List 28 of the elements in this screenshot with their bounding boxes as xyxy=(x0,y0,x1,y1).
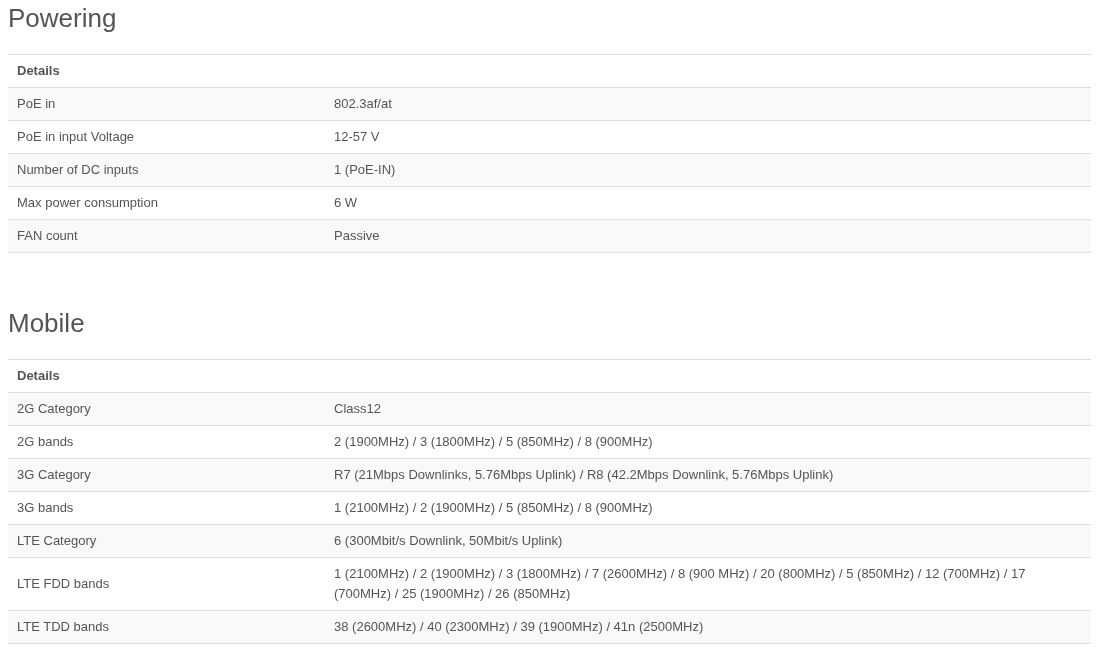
spec-label: 2G bands xyxy=(8,425,334,459)
spec-value: 12-57 V xyxy=(334,120,1091,154)
spec-value: 1 (2100MHz) / 2 (1900MHz) / 5 (850MHz) / 8 (900MHz) xyxy=(334,491,1091,525)
spec-label: 3G Category xyxy=(8,458,334,492)
spec-label: LTE FDD bands xyxy=(8,557,334,611)
spec-label: LTE Category xyxy=(8,524,334,558)
spec-label: LTE TDD bands xyxy=(8,610,334,644)
spec-label: PoE in input Voltage xyxy=(8,120,334,154)
spec-value: 2 (1900MHz) / 3 (1800MHz) / 5 (850MHz) / 8 (900MHz) xyxy=(334,425,1091,459)
spec-label: PoE in xyxy=(8,87,334,121)
spec-label: 2G Category xyxy=(8,392,334,426)
section-heading: Powering xyxy=(8,2,117,35)
spec-value: 1 (PoE-IN) xyxy=(334,153,1091,187)
spec-value: 802.3af/at xyxy=(334,87,1091,121)
spec-label: Number of DC inputs xyxy=(8,153,334,187)
spec-value: 1 (2100MHz) / 2 (1900MHz) / 3 (1800MHz) / 7 (2600MHz) / 8 (900 MHz) / 20 (800MHz) / 5 (850MHz) / 12 (700MHz) / 17 (700MHz) / 25 (1900MHz) / 26 (850MHz) xyxy=(334,557,1091,611)
spec-value: 6 (300Mbit/s Downlink, 50Mbit/s Uplink) xyxy=(334,524,1091,558)
spec-label: FAN count xyxy=(8,219,334,253)
spec-label: Max power consumption xyxy=(8,186,334,220)
spec-value: Class12 xyxy=(334,392,1091,426)
spec-value: R7 (21Mbps Downlinks, 5.76Mbps Uplink) / R8 (42.2Mbps Downlink, 5.76Mbps Uplink) xyxy=(334,458,1091,492)
spec-value: Passive xyxy=(334,219,1091,253)
spec-label: 3G bands xyxy=(8,491,334,525)
section-heading: Mobile xyxy=(8,307,85,340)
spec-value: 38 (2600MHz) / 40 (2300MHz) / 39 (1900MHz) / 41n (2500MHz) xyxy=(334,610,1091,644)
table-header: Details xyxy=(8,54,1091,88)
spec-value: 6 W xyxy=(334,186,1091,220)
table-header: Details xyxy=(8,359,1091,393)
